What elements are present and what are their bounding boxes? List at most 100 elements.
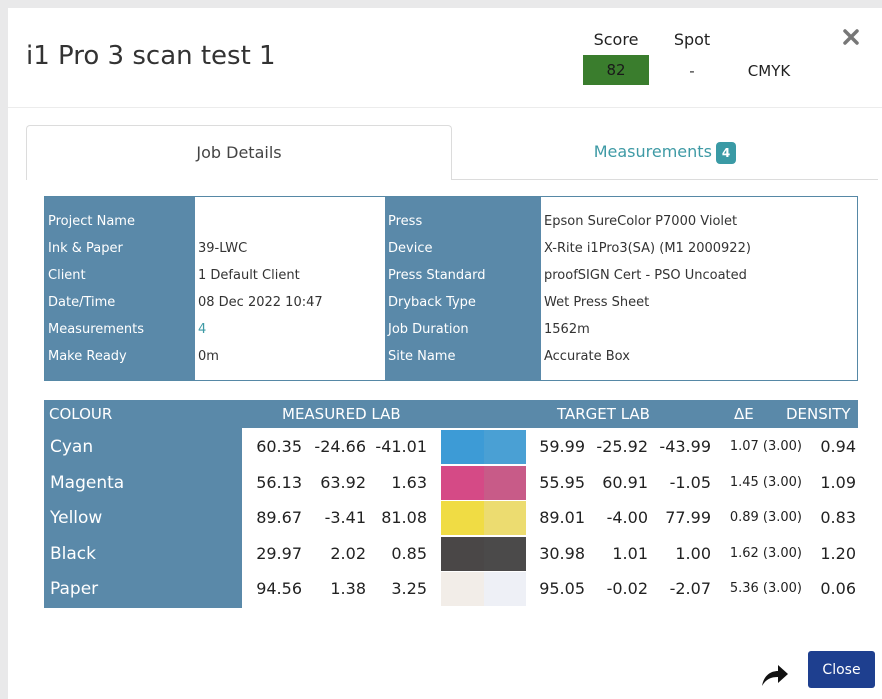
target-b-value: -1.05 bbox=[669, 472, 711, 492]
header-target-lab: TARGET LAB bbox=[557, 405, 650, 423]
info-row: Measurements 4 Job Duration 1562m bbox=[45, 316, 857, 343]
measured-l-value: 29.97 bbox=[256, 543, 302, 563]
delta-e-value: 1.45 (3.00) bbox=[729, 474, 802, 490]
info-label: Client bbox=[48, 268, 86, 283]
target-swatch bbox=[484, 572, 526, 606]
measured-swatch bbox=[441, 465, 484, 500]
measured-a-value: 2.02 bbox=[330, 543, 366, 563]
measured-swatch bbox=[441, 536, 484, 571]
target-b-value: 77.99 bbox=[665, 508, 711, 527]
info-value: 0m bbox=[198, 349, 219, 364]
density-value: 1.20 bbox=[820, 543, 856, 563]
info-label: Make Ready bbox=[48, 349, 127, 364]
measured-swatch bbox=[441, 501, 484, 535]
density-value: 0.06 bbox=[820, 579, 856, 598]
dialog-title: i1 Pro 3 scan test 1 bbox=[26, 41, 276, 71]
info-row: Project Name Press Epson SureColor P7000 V… bbox=[45, 208, 857, 235]
target-swatch bbox=[484, 536, 526, 571]
measured-a-value: 1.38 bbox=[330, 579, 366, 598]
info-row: Client 1 Default Client Press Standard proo… bbox=[45, 262, 857, 289]
tab-bar: Job Details Measurements 4 bbox=[26, 125, 878, 180]
header-measured-lab: MEASURED LAB bbox=[282, 405, 401, 423]
info-value: Accurate Box bbox=[544, 349, 630, 364]
info-row: Date/Time 08 Dec 2022 10:47 Dryback Type We… bbox=[45, 289, 857, 316]
colour-row: Yellow 89.67 -3.41 81.08 89.01 -4.00 77.99 0.89… bbox=[44, 500, 858, 536]
measurements-count-badge: 4 bbox=[715, 141, 737, 164]
target-b-value: -43.99 bbox=[659, 437, 711, 456]
close-icon[interactable] bbox=[840, 26, 862, 48]
measured-l-value: 56.13 bbox=[256, 472, 302, 492]
tab-job-details[interactable]: Job Details bbox=[26, 125, 452, 180]
target-swatch bbox=[484, 430, 526, 464]
colour-name: Black bbox=[50, 543, 96, 564]
dialog-header: i1 Pro 3 scan test 1 Score 82 Spot - CMY… bbox=[8, 8, 882, 108]
colour-name: Paper bbox=[50, 579, 99, 599]
info-label: Job Duration bbox=[388, 322, 469, 337]
header-delta-e: ΔE bbox=[734, 405, 754, 423]
target-b-value: -2.07 bbox=[669, 579, 711, 598]
score-badge: 82 bbox=[583, 55, 649, 85]
info-label: Site Name bbox=[388, 349, 456, 364]
measured-b-value: 0.85 bbox=[391, 543, 427, 563]
target-swatch bbox=[484, 465, 526, 500]
info-label: Press bbox=[388, 214, 423, 229]
target-b-value: 1.00 bbox=[675, 543, 711, 563]
measured-swatch bbox=[441, 430, 484, 464]
measured-a-value: -3.41 bbox=[324, 508, 366, 527]
tab-job-details-label: Job Details bbox=[196, 143, 282, 162]
score-label: Score bbox=[593, 30, 639, 49]
info-value: 1 Default Client bbox=[198, 268, 300, 283]
target-a-value: 60.91 bbox=[602, 472, 648, 492]
measured-l-value: 60.35 bbox=[256, 437, 302, 456]
info-value: 08 Dec 2022 10:47 bbox=[198, 295, 323, 310]
measured-l-value: 94.56 bbox=[256, 579, 302, 598]
density-value: 1.09 bbox=[820, 472, 856, 492]
measured-a-value: 63.92 bbox=[320, 472, 366, 492]
target-a-value: -25.92 bbox=[596, 437, 648, 456]
info-row: Ink & Paper 39-LWC Device X-Rite i1Pro3(SA)… bbox=[45, 235, 857, 262]
info-value: X-Rite i1Pro3(SA) (M1 2000922) bbox=[544, 241, 751, 256]
share-icon[interactable] bbox=[760, 662, 790, 688]
colour-table: COLOUR MEASURED LAB TARGET LAB ΔE DENSIT… bbox=[44, 400, 858, 608]
delta-e-value: 1.07 (3.00) bbox=[729, 439, 802, 454]
info-label: Dryback Type bbox=[388, 295, 476, 310]
density-value: 0.83 bbox=[820, 508, 856, 527]
header-density: DENSITY bbox=[786, 405, 851, 423]
info-value: proofSIGN Cert - PSO Uncoated bbox=[544, 268, 747, 283]
tab-measurements[interactable]: Measurements 4 bbox=[452, 125, 878, 180]
info-value: Wet Press Sheet bbox=[544, 295, 650, 310]
measured-b-value: 81.08 bbox=[381, 508, 427, 527]
delta-e-value: 5.36 (3.00) bbox=[729, 581, 802, 596]
info-value bbox=[195, 208, 198, 235]
delta-e-value: 1.62 (3.00) bbox=[729, 545, 802, 561]
close-button[interactable]: Close bbox=[808, 651, 875, 688]
colour-row: Black 29.97 2.02 0.85 30.98 1.01 1.00 1.62 (3.0… bbox=[44, 536, 858, 572]
colour-name: Magenta bbox=[50, 472, 125, 493]
colour-name: Yellow bbox=[50, 508, 103, 528]
info-row: Make Ready 0m Site Name Accurate Box bbox=[45, 343, 857, 370]
info-label: Measurements bbox=[48, 322, 145, 337]
info-value[interactable]: 4 bbox=[195, 316, 206, 343]
info-value: 39-LWC bbox=[198, 241, 248, 256]
measured-b-value: 3.25 bbox=[391, 579, 427, 598]
info-label: Date/Time bbox=[48, 295, 116, 310]
info-label: Press Standard bbox=[388, 268, 486, 283]
info-value: 1562m bbox=[544, 322, 590, 337]
tab-measurements-label: Measurements bbox=[593, 142, 712, 161]
colour-row: Paper 94.56 1.38 3.25 95.05 -0.02 -2.07 5.36 (3… bbox=[44, 571, 858, 607]
spot-label: Spot bbox=[673, 30, 711, 49]
target-a-value: -4.00 bbox=[606, 508, 648, 527]
colour-row: Magenta 56.13 63.92 1.63 55.95 60.91 -1.05 1.45… bbox=[44, 465, 858, 501]
colour-row: Cyan 60.35 -24.66 -41.01 59.99 -25.92 -43.99 1.… bbox=[44, 429, 858, 465]
measured-a-value: -24.66 bbox=[314, 437, 366, 456]
job-info-table: Project Name Press Epson SureColor P7000 V… bbox=[44, 196, 858, 381]
header-colour: COLOUR bbox=[49, 405, 113, 423]
target-a-value: -0.02 bbox=[606, 579, 648, 598]
colour-mode-label: CMYK bbox=[747, 62, 791, 80]
measured-swatch bbox=[441, 572, 484, 606]
info-label: Ink & Paper bbox=[48, 241, 123, 256]
info-label: Project Name bbox=[48, 214, 135, 229]
colour-name: Cyan bbox=[50, 437, 94, 457]
measured-b-value: -41.01 bbox=[375, 437, 427, 456]
job-dialog: i1 Pro 3 scan test 1 Score 82 Spot - CMY… bbox=[8, 8, 882, 699]
